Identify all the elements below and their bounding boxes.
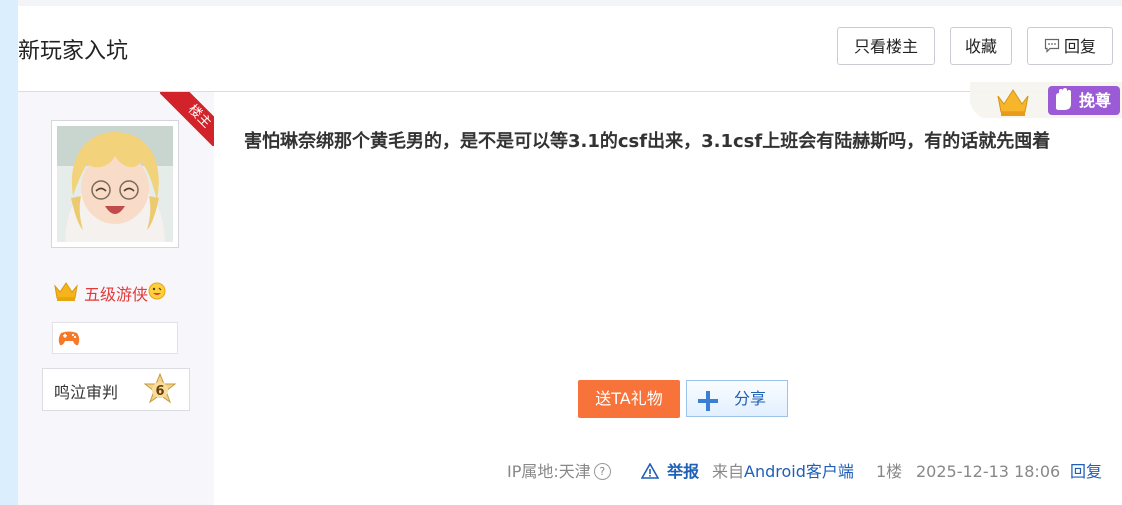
thread-header: 新玩家入坑 只看楼主 收藏 回复 [18, 6, 1122, 92]
client-source: 来自Android客户端 [712, 461, 854, 483]
level-title[interactable]: 五级游侠 [84, 281, 148, 305]
report-link[interactable]: 举报 [640, 461, 700, 483]
promo-tag-label: 挽尊 [1079, 91, 1111, 110]
game-controller-icon[interactable] [57, 329, 81, 351]
medal-level: 6 [155, 384, 164, 399]
crown-icon [54, 280, 78, 306]
share-button-label: 分享 [734, 389, 767, 408]
smile-icon [148, 282, 166, 304]
question-icon[interactable]: ? [593, 463, 611, 480]
promo-tag[interactable]: 挽尊 [968, 80, 1122, 120]
report-label: 举报 [667, 462, 700, 481]
thread-page: 新玩家入坑 只看楼主 收藏 回复 楼主 五级游侠 鸣泣审判 6 挽尊 害怕琳奈绑… [18, 0, 1122, 505]
reply-button[interactable]: 回复 [1027, 27, 1113, 65]
badge-box [52, 322, 178, 354]
avatar-image [57, 126, 173, 242]
thread-title: 新玩家入坑 [18, 39, 129, 64]
warning-icon [640, 462, 664, 481]
reply-link[interactable]: 回复 [1070, 461, 1102, 483]
medal-box[interactable]: 鸣泣审判 6 [42, 368, 190, 411]
comment-icon [1044, 29, 1060, 67]
post-timestamp: 2025-12-13 18:06 [916, 462, 1061, 481]
avatar[interactable] [51, 120, 179, 248]
plus-icon [697, 389, 719, 424]
share-button[interactable]: 分享 [686, 380, 788, 417]
only-owner-button[interactable]: 只看楼主 [837, 27, 935, 65]
medal-name: 鸣泣审判 [54, 383, 119, 402]
reply-button-label: 回复 [1063, 37, 1096, 56]
gift-button[interactable]: 送TA礼物 [578, 380, 680, 418]
hexagram-medal-icon: 6 [143, 372, 177, 411]
level-row: 五级游侠 [54, 280, 166, 306]
post-content: 害怕琳奈绑那个黄毛男的，是不是可以等3.1的csf出来，3.1csf上班会有陆赫… [244, 131, 1051, 152]
client-label: 来自Android客户端 [712, 462, 854, 481]
floor-number: 1楼 [876, 462, 903, 481]
favorite-button[interactable]: 收藏 [950, 27, 1012, 65]
ip-location: IP属地:天津? [507, 461, 611, 483]
ip-location-label: IP属地:天津 [507, 462, 591, 481]
